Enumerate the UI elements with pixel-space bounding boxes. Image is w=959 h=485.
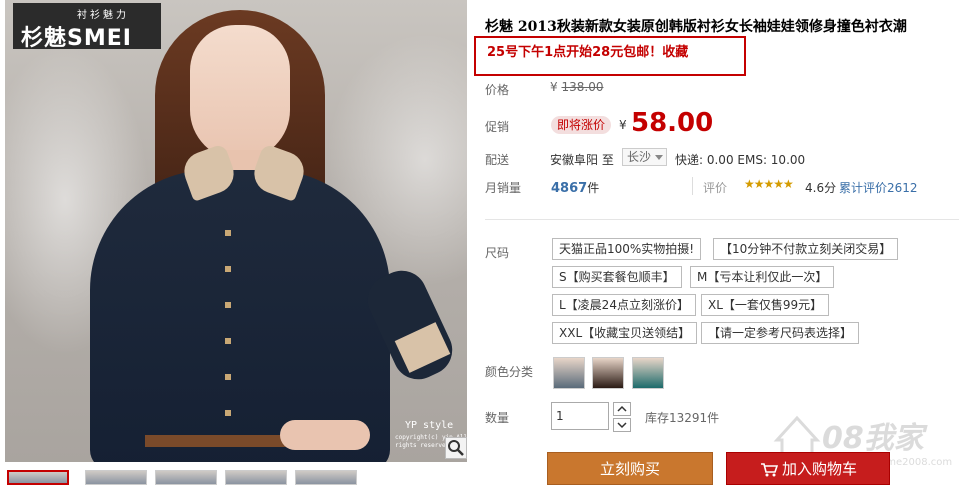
destination-value: 长沙 bbox=[627, 150, 652, 164]
model-face bbox=[190, 25, 290, 160]
reviews-link[interactable]: 累计评价2612 bbox=[839, 179, 918, 196]
chevron-down-icon bbox=[655, 155, 663, 160]
size-option[interactable]: M【亏本让利仅此一次】 bbox=[690, 266, 835, 288]
thumbnail-strip bbox=[5, 470, 467, 485]
sales-count: 4867 bbox=[551, 181, 588, 196]
brand-logo: 衬衫魅力 杉魅SMEI bbox=[13, 3, 161, 51]
size-option[interactable]: XXL【收藏宝贝送领结】 bbox=[552, 322, 698, 344]
buy-now-button[interactable]: 立刻购买 bbox=[547, 452, 713, 485]
price-label: 价格 bbox=[485, 83, 510, 97]
divider bbox=[692, 177, 693, 195]
currency-symbol: ¥ bbox=[619, 118, 627, 132]
sales-unit: 件 bbox=[587, 181, 600, 195]
zoom-button[interactable] bbox=[445, 437, 467, 459]
color-swatch-1[interactable] bbox=[553, 357, 585, 389]
original-price: ¥ 138.00 bbox=[550, 80, 603, 94]
size-option[interactable]: S【购买套餐包顺丰】 bbox=[552, 266, 682, 288]
logo-tagline: 衬衫魅力 bbox=[77, 10, 129, 21]
thumbnail-2[interactable] bbox=[85, 470, 147, 485]
color-swatch-2[interactable] bbox=[592, 357, 624, 389]
chevron-down-icon bbox=[617, 422, 627, 429]
size-option[interactable]: 【10分钟不付款立刻关闭交易】 bbox=[713, 238, 899, 260]
size-option[interactable]: L【凌晨24点立刻涨价】 bbox=[552, 294, 696, 316]
product-title: 杉魅 2013秋装新款女装原创韩版衬衫女长袖娃娃领修身撞色衬衣潮 bbox=[485, 19, 907, 35]
old-currency: ¥ bbox=[550, 80, 558, 94]
sale-price: 58.00 bbox=[631, 108, 714, 138]
rating-score: 4.6分 bbox=[805, 181, 837, 195]
old-price-value: 138.00 bbox=[561, 80, 604, 94]
site-watermark-text: 08我家 bbox=[822, 421, 924, 456]
quantity-increase-button[interactable] bbox=[613, 402, 631, 416]
size-option[interactable]: 【请一定参考尺码表选择】 bbox=[701, 322, 860, 344]
cart-icon bbox=[761, 463, 778, 477]
shipping-label: 配送 bbox=[485, 153, 510, 167]
quantity-label: 数量 bbox=[485, 411, 510, 425]
color-label: 颜色分类 bbox=[485, 365, 534, 379]
color-swatch-3[interactable] bbox=[632, 357, 664, 389]
add-to-cart-button[interactable]: 加入购物车 bbox=[726, 452, 890, 485]
chevron-up-icon bbox=[617, 405, 627, 412]
price-rise-badge: 即将涨价 bbox=[551, 116, 612, 134]
monthly-sales: 4867件 bbox=[551, 179, 599, 196]
main-product-image[interactable]: 衬衫魅力 杉魅SMEI YP style copyright(c) yip Al… bbox=[5, 0, 467, 462]
thumbnail-5[interactable] bbox=[295, 470, 357, 485]
model-hand bbox=[280, 420, 370, 450]
thumbnail-1[interactable] bbox=[7, 470, 69, 485]
ship-from: 安徽阜阳 至 bbox=[550, 153, 614, 167]
rating-stars-icon: ★★★★★ bbox=[744, 177, 794, 191]
size-label: 尺码 bbox=[485, 246, 510, 260]
logo-text: 杉魅SMEI bbox=[21, 26, 132, 51]
watermark-text: YP style bbox=[405, 420, 454, 431]
size-option[interactable]: 天猫正品100%实物拍摄! bbox=[552, 238, 702, 260]
rating-label: 评价 bbox=[703, 181, 728, 195]
promo-label: 促销 bbox=[485, 120, 510, 134]
model-shirt bbox=[90, 170, 390, 462]
promo-text: 25号下午1点开始28元包邮！收藏 bbox=[487, 45, 689, 60]
thumbnail-4[interactable] bbox=[225, 470, 287, 485]
destination-select[interactable]: 长沙 bbox=[622, 148, 667, 166]
add-to-cart-label: 加入购物车 bbox=[782, 460, 858, 478]
stock-count: 库存13291件 bbox=[645, 411, 720, 425]
image-watermark: YP style copyright(c) yip All rights res… bbox=[395, 420, 467, 449]
quantity-input[interactable]: 1 bbox=[551, 402, 609, 430]
shipping-fee: 快递: 0.00 EMS: 10.00 bbox=[675, 153, 806, 167]
thumbnail-3[interactable] bbox=[155, 470, 217, 485]
shirt-buttons bbox=[225, 200, 231, 440]
section-divider bbox=[485, 219, 959, 220]
monthly-sales-label: 月销量 bbox=[485, 181, 522, 195]
magnifier-icon bbox=[448, 440, 464, 456]
size-option[interactable]: XL【一套仅售99元】 bbox=[701, 294, 830, 316]
quantity-decrease-button[interactable] bbox=[613, 418, 631, 432]
